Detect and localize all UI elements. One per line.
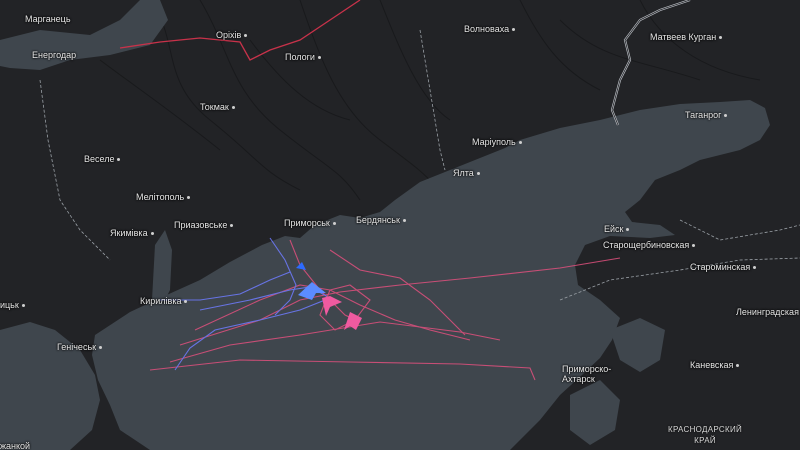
region-label-krasnodar: КРАСНОДАРСКИЙ КРАЙ — [668, 425, 743, 445]
place-label-yeysk: Ейск — [604, 224, 632, 234]
place-label-volnovakha: Волноваха — [464, 24, 518, 34]
flight-tracking-map[interactable]: Марганець Енергодар Оріхів Пологи Волнов… — [0, 0, 800, 450]
place-label-orikhiv: Оріхів — [216, 30, 250, 40]
place-label-henichesk: Генічеськ — [57, 342, 105, 352]
place-label-prymorsk: Приморськ — [284, 218, 339, 228]
map-canvas — [0, 0, 800, 450]
place-label-yakymivka: Якимівка — [110, 228, 157, 238]
place-label-melitopol: Мелітополь — [136, 192, 193, 202]
place-label-yalta: Ялта — [453, 168, 483, 178]
place-label-leningradskaya: Ленинградская — [736, 307, 799, 317]
place-label-marhanets: Марганець — [25, 14, 71, 24]
place-label-ytsk: ицьк — [0, 300, 28, 310]
place-label-mariupol: Маріуполь — [472, 137, 525, 147]
place-label-polohy: Пологи — [285, 52, 324, 62]
place-label-enerhodar: Енергодар — [32, 50, 77, 60]
place-label-staromin: Староминская — [690, 262, 759, 272]
place-label-starosherb: Старощербиновская — [603, 240, 698, 250]
place-label-primorsko-akhtarsk: Приморско-Ахтарск — [562, 364, 612, 384]
place-label-berdiansk: Бердянськ — [356, 215, 409, 225]
place-label-matveev-kurgan: Матвеев Курган — [650, 32, 725, 42]
place-label-dzhankoi: жанкой — [0, 441, 31, 450]
place-label-kyrylivka: Кирилівка — [140, 296, 190, 306]
place-label-vesele: Веселе — [84, 154, 123, 164]
place-label-pryazovske: Приазовське — [174, 220, 236, 230]
place-label-kanevskaya: Каневская — [690, 360, 742, 370]
place-label-taganrog: Таганрог — [685, 110, 730, 120]
place-label-tokmak: Токмак — [200, 102, 238, 112]
